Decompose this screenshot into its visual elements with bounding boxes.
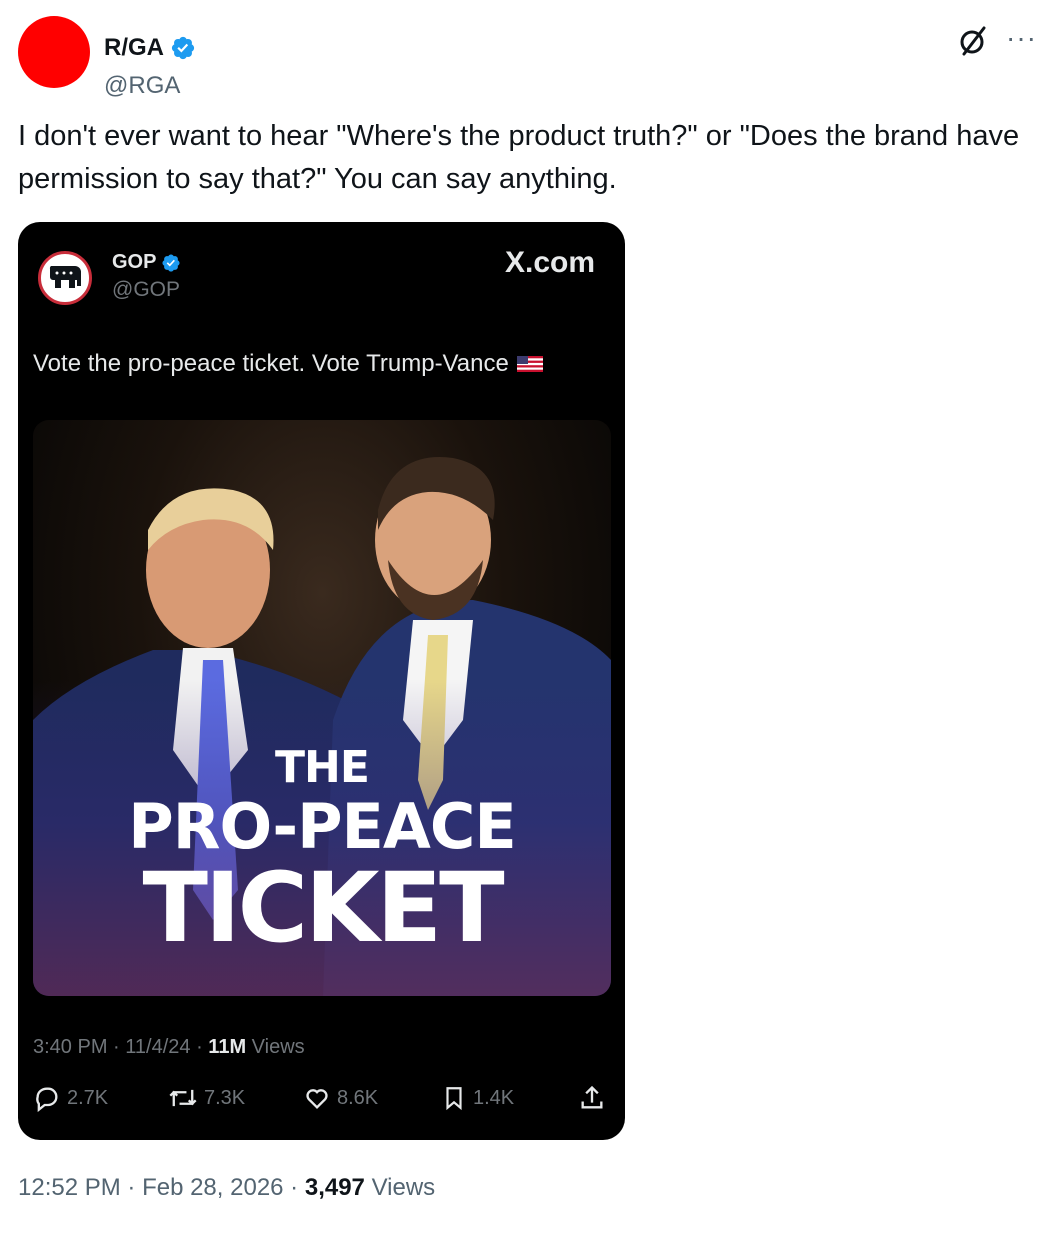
image-headline-line3: TICKET	[142, 852, 504, 964]
like-icon	[306, 1089, 328, 1109]
author-name-row: R/GA	[104, 34, 196, 62]
author-avatar[interactable]	[18, 16, 90, 88]
like-button[interactable]: 8.6K	[303, 1084, 378, 1112]
post-time[interactable]: 12:52 PM	[18, 1174, 121, 1201]
bookmark-button[interactable]: 1.4K	[441, 1084, 514, 1112]
us-flag-icon	[516, 356, 543, 372]
embedded-time: 3:40 PM	[33, 1036, 108, 1058]
embedded-views-label: Views	[251, 1036, 305, 1058]
gop-elephant-icon	[49, 266, 81, 288]
embedded-date: 11/4/24	[125, 1036, 191, 1058]
reply-count: 2.7K	[67, 1086, 109, 1109]
image-headline-line1: THE	[275, 742, 370, 793]
bookmark-icon	[446, 1087, 462, 1111]
post-views-count: 3,497	[304, 1174, 365, 1201]
reply-icon	[36, 1087, 58, 1112]
repost-count: 7.3K	[204, 1086, 246, 1109]
reply-button[interactable]: 2.7K	[33, 1084, 108, 1112]
gop-avatar	[38, 251, 92, 305]
repost-button[interactable]: 7.3K	[168, 1084, 245, 1112]
gop-display-name: GOP	[112, 251, 157, 273]
like-count: 8.6K	[337, 1086, 379, 1109]
share-icon	[581, 1085, 603, 1109]
embedded-views-count: 11M	[208, 1036, 247, 1058]
bookmark-count: 1.4K	[473, 1086, 515, 1109]
embedded-post-image[interactable]: GOP @GOP X.com Vote the pro-peace ticket…	[18, 222, 625, 1140]
embedded-meta: 3:40 PM · 11/4/24 · 11M Views	[33, 1036, 305, 1058]
author-handle[interactable]: @RGA	[104, 72, 180, 100]
verified-badge-icon	[162, 253, 180, 272]
campaign-photo: THE PRO-PEACE TICKET	[33, 420, 611, 996]
embedded-action-bar: 2.7K 7.3K 8.6K 1.4K	[33, 1084, 611, 1120]
more-icon[interactable]: ···	[1006, 24, 1040, 52]
embedded-post-text-row: Vote the pro-peace ticket. Vote Trump-Va…	[33, 350, 543, 378]
post-views-label: Views	[371, 1174, 436, 1201]
post-text: I don't ever want to hear "Where's the p…	[18, 120, 1020, 195]
post-header: R/GA @RGA ···	[18, 16, 1040, 99]
share-button[interactable]	[578, 1084, 606, 1112]
gop-name-row: GOP	[112, 251, 181, 274]
author-display-name[interactable]: R/GA	[104, 34, 164, 62]
grok-icon[interactable]	[956, 24, 990, 58]
verified-badge-icon	[171, 36, 195, 60]
embedded-post-text: Vote the pro-peace ticket. Vote Trump-Va…	[33, 350, 509, 377]
post-footer: 12:52 PM · Feb 28, 2026 · 3,497 Views	[18, 1174, 436, 1201]
post-date[interactable]: Feb 28, 2026	[142, 1174, 283, 1201]
gop-handle: @GOP	[112, 278, 180, 301]
site-label: X.com	[504, 246, 595, 279]
repost-icon	[169, 1089, 197, 1107]
